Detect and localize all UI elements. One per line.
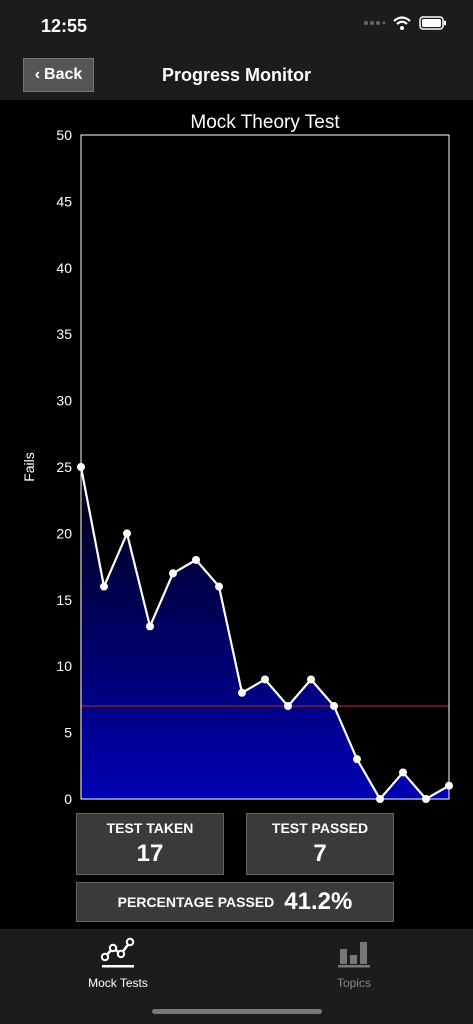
data-point bbox=[169, 569, 177, 578]
data-point bbox=[238, 688, 246, 697]
data-point bbox=[77, 463, 85, 471]
line-chart-icon bbox=[100, 937, 135, 968]
chevron-left-icon: ‹ bbox=[34, 66, 41, 83]
percentage-passed-label: PERCENTAGE PASSED bbox=[117, 894, 275, 910]
data-point bbox=[376, 795, 384, 803]
tests-passed-box: TEST PASSED 7 bbox=[246, 813, 394, 875]
y-ticks: 0 5 10 15 20 25 30 35 40 45 50 bbox=[56, 127, 72, 807]
tests-taken-box: TEST TAKEN 17 bbox=[76, 813, 224, 875]
y-tick-label: 25 bbox=[56, 459, 72, 475]
status-time: 12:55 bbox=[41, 16, 88, 36]
y-tick-label: 0 bbox=[64, 791, 72, 807]
data-point bbox=[192, 555, 200, 564]
y-tick-label: 45 bbox=[56, 193, 72, 209]
tab-mock-tests-label: Mock Tests bbox=[88, 976, 148, 990]
percentage-passed-box: PERCENTAGE PASSED 41.2% bbox=[76, 882, 394, 922]
tab-topics[interactable]: Topics bbox=[279, 929, 429, 990]
data-point bbox=[261, 675, 269, 684]
data-point bbox=[330, 702, 338, 711]
data-point bbox=[353, 755, 361, 764]
y-tick-label: 15 bbox=[56, 592, 72, 608]
nav-bar: Progress Monitor ‹ Back bbox=[0, 52, 473, 100]
chart-title: Mock Theory Test bbox=[190, 112, 340, 133]
y-tick-label: 10 bbox=[56, 658, 72, 674]
data-point bbox=[399, 768, 407, 777]
wifi-icon bbox=[393, 16, 411, 30]
data-point bbox=[307, 675, 315, 684]
fails-area bbox=[81, 467, 449, 799]
battery-icon bbox=[419, 16, 446, 30]
tab-topics-label: Topics bbox=[336, 976, 371, 990]
back-button[interactable]: ‹ Back bbox=[23, 58, 94, 92]
home-indicator bbox=[152, 1009, 322, 1014]
percentage-passed-value: 41.2% bbox=[284, 888, 353, 915]
data-point bbox=[123, 529, 131, 538]
tests-passed-label: TEST PASSED bbox=[271, 820, 369, 836]
y-axis-label: Fails bbox=[21, 452, 37, 482]
data-point bbox=[284, 702, 292, 711]
bar-chart-icon bbox=[338, 942, 370, 968]
tests-taken-value: 17 bbox=[136, 840, 164, 867]
data-point bbox=[422, 795, 430, 803]
data-point bbox=[146, 622, 154, 631]
mock-theory-test-chart: Mock Theory Test Fails 0 5 10 15 20 25 30 35 40 4… bbox=[21, 112, 453, 807]
y-tick-label: 5 bbox=[64, 725, 72, 741]
y-tick-label: 40 bbox=[56, 260, 72, 276]
back-button-label: Back bbox=[44, 66, 83, 83]
data-point bbox=[445, 781, 453, 790]
data-point bbox=[215, 582, 223, 591]
data-point bbox=[100, 582, 108, 591]
status-bar: 12:55 bbox=[0, 0, 473, 52]
y-tick-label: 50 bbox=[56, 127, 72, 143]
status-icons bbox=[363, 16, 447, 30]
y-tick-label: 30 bbox=[56, 393, 72, 409]
tests-taken-label: TEST TAKEN bbox=[106, 820, 194, 836]
signal-icon bbox=[364, 21, 385, 25]
y-tick-label: 20 bbox=[56, 525, 72, 541]
tests-passed-value: 7 bbox=[313, 840, 327, 867]
y-tick-label: 35 bbox=[56, 326, 72, 342]
tab-mock-tests[interactable]: Mock Tests bbox=[43, 929, 193, 990]
